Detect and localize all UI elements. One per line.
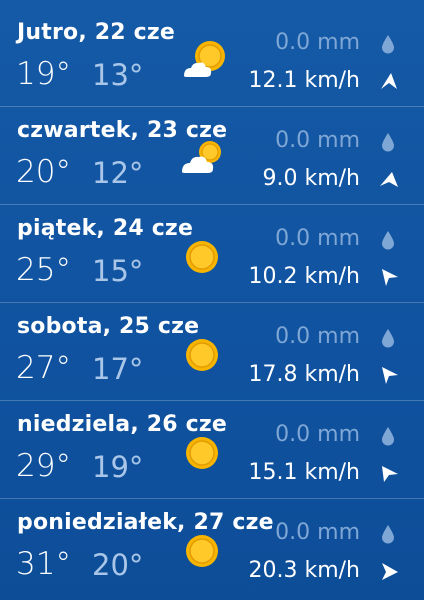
precipitation: 0.0 mm (275, 226, 360, 251)
sun-icon (186, 437, 218, 469)
raindrop-icon (382, 329, 394, 348)
high-temp: 27° (16, 350, 71, 386)
day-label: Jutro, 22 cze (17, 20, 175, 45)
sun-icon (186, 241, 218, 273)
raindrop-icon (382, 35, 394, 54)
wind-speed: 17.8 km/h (248, 362, 360, 387)
day-label: sobota, 25 cze (17, 314, 200, 339)
precipitation: 0.0 mm (275, 30, 360, 55)
forecast-row[interactable]: Jutro, 22 cze 19° 13° 0.0 mm 12.1 km/h (0, 8, 424, 107)
forecast-row[interactable]: poniedziałek, 27 cze 31° 20° 0.0 mm 20.3… (0, 498, 424, 600)
precipitation: 0.0 mm (275, 324, 360, 349)
raindrop-icon (382, 133, 394, 152)
low-temp: 12° (92, 156, 144, 190)
precipitation: 0.0 mm (275, 422, 360, 447)
wind-speed: 20.3 km/h (248, 558, 360, 583)
wind-speed: 15.1 km/h (248, 460, 360, 485)
high-temp: 20° (16, 154, 71, 190)
high-temp: 19° (16, 56, 71, 92)
forecast-screen: Jutro, 22 cze 19° 13° 0.0 mm 12.1 km/h c… (0, 0, 424, 600)
partly-cloudy-icon (182, 141, 221, 173)
partly-cloudy-icon (184, 41, 225, 77)
high-temp: 29° (16, 448, 71, 484)
sun-icon (186, 535, 218, 567)
day-label: piątek, 24 cze (17, 216, 194, 241)
raindrop-icon (382, 231, 394, 250)
wind-speed: 12.1 km/h (248, 68, 360, 93)
wind-arrow-icon (382, 269, 398, 286)
forecast-row[interactable]: piątek, 24 cze 25° 15° 0.0 mm 10.2 km/h (0, 204, 424, 303)
day-label: poniedziałek, 27 cze (17, 510, 274, 535)
sun-icon (186, 339, 218, 371)
wind-arrow-icon (380, 172, 398, 187)
low-temp: 20° (92, 548, 144, 582)
high-temp: 31° (16, 546, 71, 582)
raindrop-icon (382, 525, 394, 544)
wind-arrow-icon (382, 563, 398, 580)
high-temp: 25° (16, 252, 71, 288)
wind-arrow-icon (382, 367, 398, 384)
raindrop-icon (382, 427, 394, 446)
low-temp: 13° (92, 58, 144, 92)
low-temp: 15° (92, 254, 144, 288)
wind-speed: 9.0 km/h (262, 166, 360, 191)
low-temp: 17° (92, 352, 144, 386)
precipitation: 0.0 mm (275, 128, 360, 153)
forecast-row[interactable]: sobota, 25 cze 27° 17° 0.0 mm 17.8 km/h (0, 302, 424, 401)
wind-arrow-icon (382, 466, 398, 482)
forecast-row[interactable]: niedziela, 26 cze 29° 19° 0.0 mm 15.1 km… (0, 400, 424, 499)
forecast-row[interactable]: czwartek, 23 cze 20° 12° 0.0 mm 9.0 km/h (0, 106, 424, 205)
wind-arrow-icon (381, 73, 397, 89)
wind-speed: 10.2 km/h (248, 264, 360, 289)
low-temp: 19° (92, 450, 144, 484)
precipitation: 0.0 mm (275, 520, 360, 545)
